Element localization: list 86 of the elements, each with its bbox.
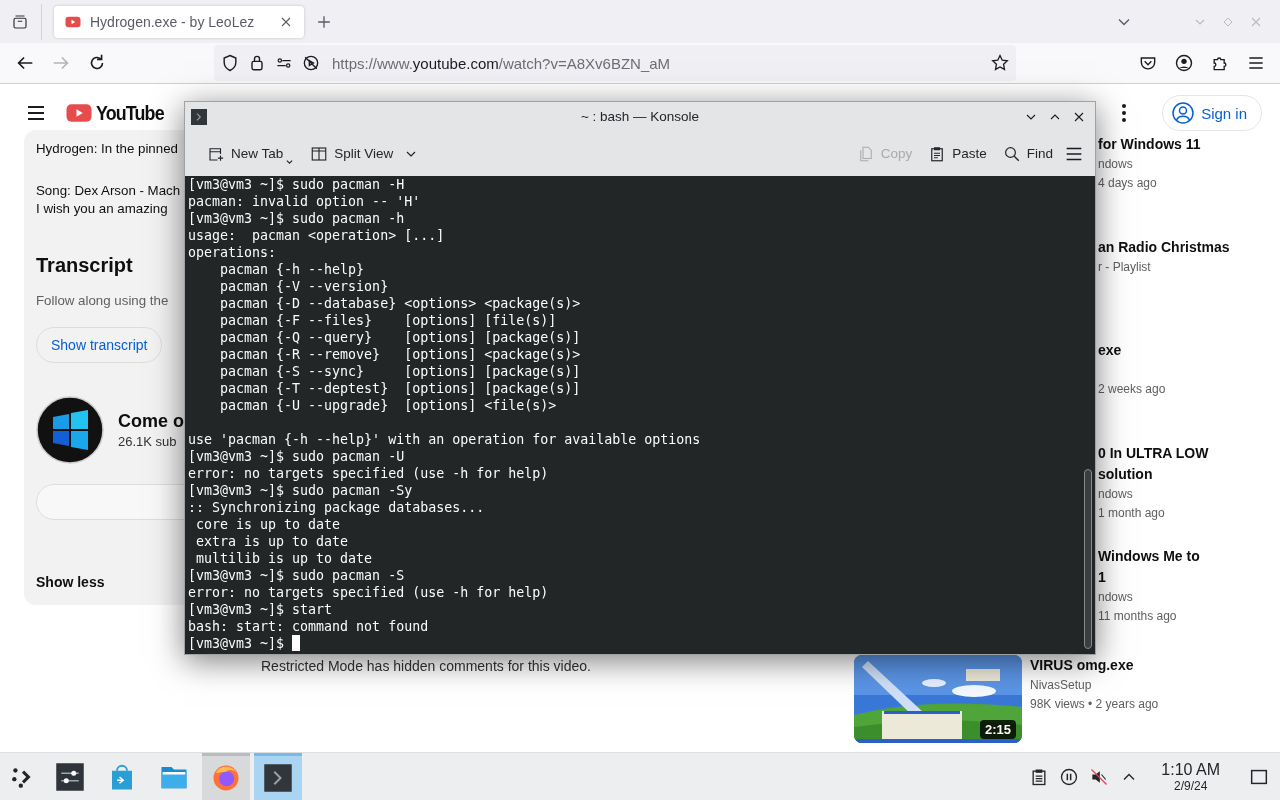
caret-icon xyxy=(285,157,295,165)
terminal-line: [vm3@vm3 ~]$ start xyxy=(188,601,333,618)
terminal-line: pacman {-Q --query} [options] [package(s)] xyxy=(219,329,581,346)
channel-name: ndows xyxy=(1098,589,1133,606)
duration-badge: 2:15 xyxy=(979,720,1016,739)
split-view-button[interactable]: Split View xyxy=(304,138,400,169)
terminal-line: [vm3@vm3 ~]$ sudo pacman -H xyxy=(188,176,405,193)
channel-name: ndows xyxy=(1098,156,1133,173)
terminal-line: [vm3@vm3 ~]$ sudo pacman -U xyxy=(188,448,405,465)
tab-list-icon[interactable] xyxy=(11,12,29,31)
account-icon[interactable] xyxy=(1174,53,1194,74)
person-icon xyxy=(1171,101,1196,125)
video-meta: 1 month ago xyxy=(1098,505,1165,522)
terminal-line: extra is up to date xyxy=(195,533,349,550)
sign-in-button[interactable]: Sign in xyxy=(1162,95,1262,131)
terminal-line: [vm3@vm3 ~]$ sudo pacman -S xyxy=(188,567,405,584)
clock-time[interactable]: 1:10 AM xyxy=(1161,760,1220,779)
logo-text[interactable]: YouTube xyxy=(96,101,164,125)
video-title[interactable]: an Radio Christmas xyxy=(1098,237,1230,258)
tab-title: Hydrogen.exe - by LeoLez xyxy=(90,13,256,30)
browser-tab[interactable]: Hydrogen.exe - by LeoLez xyxy=(54,5,304,38)
taskbar-app[interactable] xyxy=(254,753,302,800)
section-text: Follow along using the xyxy=(36,292,169,310)
terminal-line: core is up to date xyxy=(195,516,341,533)
terminal-line: :: Synchronizing package databases... xyxy=(188,499,485,516)
paste-button[interactable]: Paste xyxy=(922,138,993,169)
url-domain: youtube.com xyxy=(412,54,499,72)
video-title[interactable]: VIRUS omg.exe xyxy=(1030,655,1134,676)
restricted-notice: Restricted Mode has hidden comments for this video. xyxy=(261,657,591,675)
terminal-line: operations: xyxy=(188,244,277,261)
terminal-line: pacman {-h --help} xyxy=(219,261,365,278)
terminal-line: bash: start: command not found xyxy=(188,618,429,635)
window-title: ~ : bash — Konsole xyxy=(580,109,700,124)
url-scheme: https://www. xyxy=(332,54,413,72)
terminal-line: error: no targets specified (use -h for help) xyxy=(188,584,549,601)
terminal-line: use 'pacman {-h --help}' with an operation for available options xyxy=(188,431,701,448)
terminal-line: [vm3@vm3 ~]$ sudo pacman -h xyxy=(188,210,405,227)
terminal-line: pacman {-U --upgrade} [options] <file(s)> xyxy=(219,397,557,414)
terminal-line: error: no targets specified (use -h for help) xyxy=(188,465,549,482)
terminal-line: pacman {-S --sync} [options] [package(s)] xyxy=(219,363,581,380)
subscriber-count: 26.1K sub xyxy=(118,433,178,451)
show-transcript-button[interactable]: Show transcript xyxy=(36,327,163,363)
browser-icon xyxy=(211,763,241,793)
video-title[interactable]: Windows Me to xyxy=(1098,546,1200,567)
channel-avatar[interactable] xyxy=(36,396,104,464)
search-icon xyxy=(1002,144,1021,163)
clock-date[interactable]: 2/9/24 xyxy=(1173,778,1208,793)
terminal-line: pacman {-F --files} [options] [file(s)] xyxy=(219,312,557,329)
terminal-line: multilib is up to date xyxy=(195,550,373,567)
video-title[interactable]: 0 In ULTRA LOW xyxy=(1098,443,1209,464)
terminal-line: usage: pacman <operation> [...] xyxy=(188,227,445,244)
channel-name: NivasSetup xyxy=(1030,677,1092,694)
description-text: Hydrogen: In the pinned xyxy=(36,140,178,158)
terminal-icon xyxy=(263,763,293,793)
new-tab-button[interactable]: New Tab xyxy=(201,138,301,169)
terminal-line: pacman {-V --version} xyxy=(219,278,389,295)
video-title[interactable]: exe xyxy=(1098,340,1122,361)
terminal-line: pacman {-R --remove} [options] <package(s)> xyxy=(219,346,581,363)
url-path: /watch?v=A8Xv6BZN_aM xyxy=(498,54,671,72)
channel-name[interactable]: Come o xyxy=(118,409,184,433)
find-button[interactable]: Find xyxy=(996,138,1059,169)
terminal-line: pacman {-D --database} <options> <package(s)> xyxy=(219,295,581,312)
video-title[interactable]: 1 xyxy=(1098,567,1106,588)
video-meta: 11 months ago xyxy=(1098,608,1177,625)
video-title[interactable]: solution xyxy=(1098,464,1153,485)
terminal-line: [vm3@vm3 ~]$ xyxy=(188,635,286,652)
video-meta: 4 days ago xyxy=(1098,175,1157,192)
split-view-icon xyxy=(310,144,329,163)
scrollbar-thumb[interactable] xyxy=(1084,469,1092,649)
terminal-line: pacman: invalid option -- 'H' xyxy=(188,193,421,210)
show-less-link[interactable]: Show less xyxy=(36,573,105,591)
terminal-line: [vm3@vm3 ~]$ sudo pacman -Sy xyxy=(188,482,413,499)
pause-icon[interactable] xyxy=(1059,766,1080,787)
sliders-icon xyxy=(55,761,85,792)
video-meta: 98K views • 2 years ago xyxy=(1030,696,1159,713)
video-title[interactable]: for Windows 11 xyxy=(1098,134,1201,155)
section-heading: Transcript xyxy=(36,253,133,278)
video-meta: 2 weeks ago xyxy=(1098,381,1166,398)
terminal-line: pacman {-T --deptest} [options] [package(s)] xyxy=(219,380,581,397)
shield-icon xyxy=(220,53,240,74)
channel-name: r - Playlist xyxy=(1098,259,1151,276)
terminal-icon[interactable] xyxy=(191,108,207,125)
channel-name: ndows xyxy=(1098,486,1133,503)
description-text: I wish you an amazing xyxy=(36,200,168,218)
description-text: Song: Dex Arson - Mach xyxy=(36,182,181,200)
address-bar[interactable]: https://www.youtube.com/watch?v=A8Xv6BZN_aM xyxy=(214,45,1016,82)
